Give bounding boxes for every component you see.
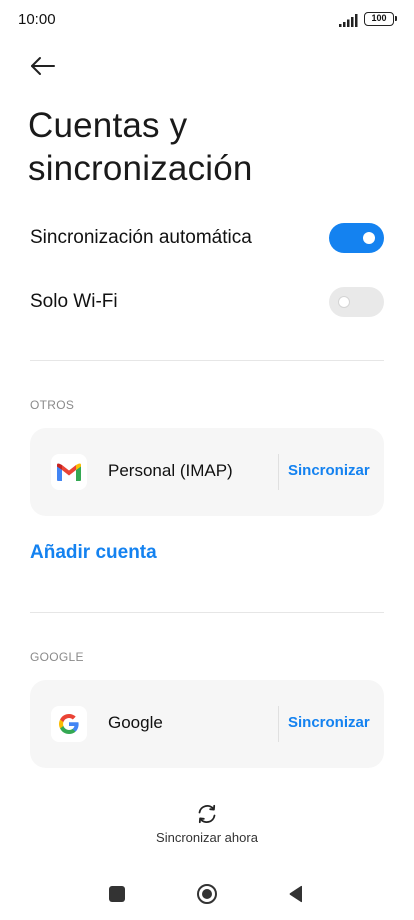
toggle-knob <box>338 296 350 308</box>
circle-icon <box>197 884 217 904</box>
card-divider <box>278 706 279 742</box>
add-account-button[interactable]: Añadir cuenta <box>30 542 157 564</box>
divider <box>30 360 384 361</box>
home-button[interactable] <box>196 883 218 910</box>
back-button[interactable] <box>28 52 58 80</box>
auto-sync-toggle[interactable] <box>329 223 384 253</box>
signal-icon <box>339 14 358 27</box>
wifi-only-toggle[interactable] <box>329 287 384 317</box>
section-header-others: OTROS <box>30 398 75 412</box>
account-name: Personal (IMAP) <box>108 461 233 480</box>
square-icon <box>109 886 125 902</box>
section-header-google: GOOGLE <box>30 650 84 664</box>
recents-button[interactable] <box>108 885 126 908</box>
status-time: 10:00 <box>18 11 56 28</box>
arrow-left-icon <box>31 57 55 75</box>
card-divider <box>278 454 279 490</box>
battery-level: 100 <box>371 13 387 23</box>
account-name: Google <box>108 713 163 732</box>
sync-now-button[interactable]: Sincronizar ahora <box>0 802 414 845</box>
toggle-knob <box>363 232 375 244</box>
page-title-line1: Cuentas y <box>28 106 188 145</box>
system-back-button[interactable] <box>288 885 304 908</box>
wifi-only-label: Solo Wi-Fi <box>30 291 118 312</box>
account-card-personal-imap[interactable]: Personal (IMAP) Sincronizar <box>30 428 384 516</box>
auto-sync-row[interactable]: Sincronización automática <box>30 216 384 260</box>
account-card-google[interactable]: Google Sincronizar <box>30 680 384 768</box>
sync-button[interactable]: Sincronizar <box>288 462 370 479</box>
google-icon <box>51 706 87 742</box>
battery-icon: 100 <box>364 12 397 26</box>
wifi-only-row[interactable]: Solo Wi-Fi <box>30 280 384 324</box>
status-bar: 10:00 100 <box>0 0 414 40</box>
page-title: Cuentas y sincronización <box>28 104 388 190</box>
page-title-line2: sincronización <box>28 149 253 188</box>
navigation-bar <box>0 876 414 916</box>
divider <box>30 612 384 613</box>
sync-button[interactable]: Sincronizar <box>288 714 370 731</box>
auto-sync-label: Sincronización automática <box>30 227 252 248</box>
triangle-back-icon <box>289 885 302 903</box>
sync-now-label: Sincronizar ahora <box>156 830 258 845</box>
gmail-icon <box>51 454 87 490</box>
sync-icon <box>198 804 216 824</box>
